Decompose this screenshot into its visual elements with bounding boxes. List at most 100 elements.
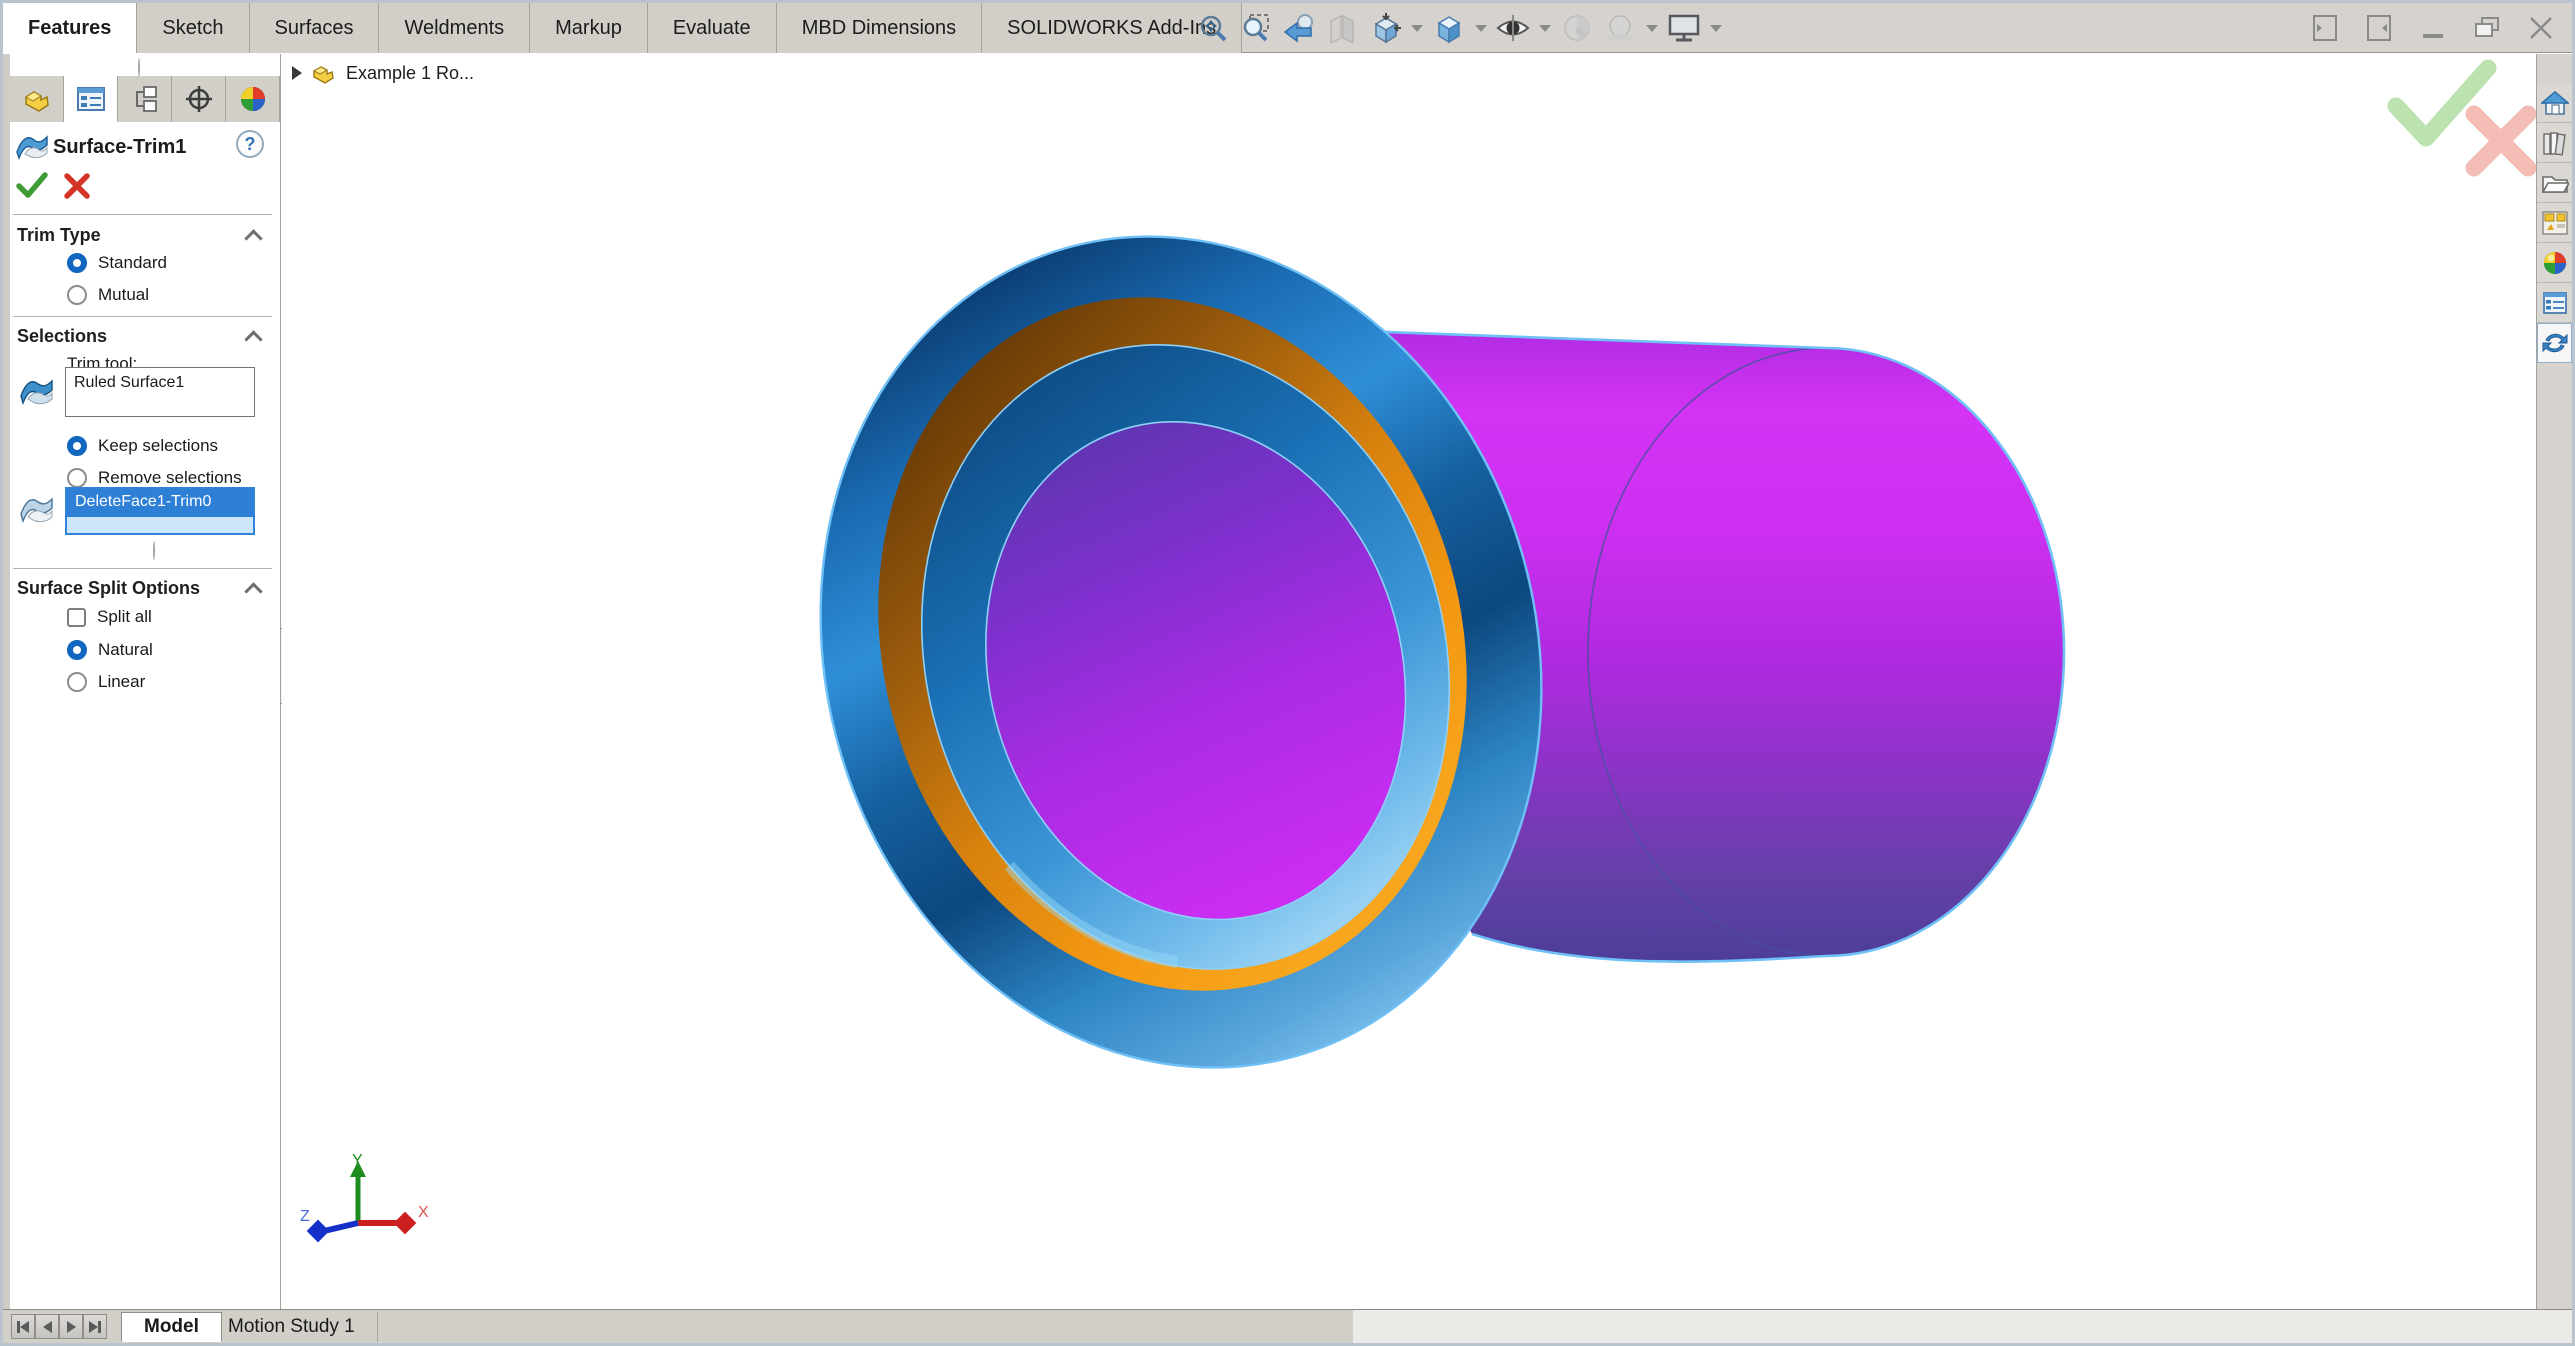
view-orientation-dropdown-icon[interactable] — [1411, 24, 1423, 32]
tab-features[interactable]: Features — [3, 3, 138, 53]
zoom-to-area-icon[interactable] — [1238, 9, 1274, 47]
radio-standard-control[interactable] — [67, 253, 87, 273]
triad-z-label: Z — [300, 1208, 310, 1225]
tab-property-manager[interactable] — [64, 76, 118, 122]
view-orientation-icon[interactable] — [1367, 9, 1403, 47]
surface-trim-feature-icon — [16, 135, 48, 160]
sync-resources-icon[interactable] — [2537, 323, 2572, 363]
checkbox-split-all[interactable]: Split all — [67, 604, 152, 630]
minimize-button[interactable] — [2416, 11, 2450, 45]
zoom-to-fit-icon[interactable] — [1195, 9, 1231, 47]
confirm-cancel-icon[interactable] — [2465, 105, 2536, 177]
previous-frame-button[interactable] — [35, 1314, 59, 1339]
divider — [13, 568, 272, 569]
tab-surfaces[interactable]: Surfaces — [249, 3, 380, 53]
radio-linear[interactable]: Linear — [67, 669, 145, 695]
tab-evaluate[interactable]: Evaluate — [647, 3, 777, 53]
radio-linear-control[interactable] — [67, 672, 87, 692]
radio-keep-selections[interactable]: Keep selections — [67, 433, 218, 459]
divider — [13, 316, 272, 317]
graphics-viewport[interactable]: Example 1 Ro... Y X Z — [282, 54, 2536, 1309]
tab-weldments[interactable]: Weldments — [379, 3, 531, 53]
tab-motion-study-1[interactable]: Motion Study 1 — [206, 1312, 378, 1342]
selections-group-header[interactable]: Selections — [17, 326, 107, 347]
section-view-icon[interactable] — [1324, 9, 1360, 47]
collapse-left-panel-icon[interactable] — [2308, 11, 2342, 45]
radio-standard-label: Standard — [98, 253, 167, 272]
split-all-checkbox-control[interactable] — [67, 607, 86, 627]
radio-remove-label: Remove selections — [98, 468, 242, 487]
trim-tool-surface-icon — [20, 379, 53, 406]
next-frame-button[interactable] — [59, 1314, 83, 1339]
tab-display-manager[interactable] — [226, 76, 280, 122]
pieces-selection-box[interactable]: DeleteFace1-Trim0 — [65, 487, 255, 535]
hide-show-dropdown-icon[interactable] — [1539, 24, 1551, 32]
radio-natural[interactable]: Natural — [67, 637, 153, 663]
radio-mutual-control[interactable] — [67, 285, 87, 305]
tree-expand-icon[interactable] — [292, 66, 302, 80]
selected-piece-item[interactable]: DeleteFace1-Trim0 — [67, 489, 253, 517]
radio-mutual-label: Mutual — [98, 285, 150, 304]
surface-split-group-header[interactable]: Surface Split Options — [17, 578, 200, 599]
radio-natural-control[interactable] — [67, 640, 87, 660]
view-settings-icon[interactable] — [1666, 9, 1702, 47]
radio-mutual[interactable]: Mutual — [67, 282, 149, 308]
appearances-scenes-icon[interactable] — [2537, 243, 2572, 283]
tab-dimxpert-manager[interactable] — [172, 76, 226, 122]
tab-markup[interactable]: Markup — [530, 3, 648, 53]
ribbon-tabs: Features Sketch Surfaces Weldments Marku… — [3, 3, 1243, 53]
home-icon[interactable] — [2537, 83, 2572, 123]
part-icon — [312, 66, 334, 84]
tree-node-label[interactable]: Example 1 Ro... — [346, 63, 474, 84]
tab-sketch[interactable]: Sketch — [137, 3, 250, 53]
display-style-icon[interactable] — [1431, 9, 1467, 47]
triad-y-label: Y — [352, 1152, 363, 1169]
view-settings-dropdown-icon[interactable] — [1710, 24, 1722, 32]
solidworks-window: Features Sketch Surfaces Weldments Marku… — [0, 0, 2575, 1346]
go-to-end-button[interactable] — [83, 1314, 107, 1339]
flyout-feature-tree: Example 1 Ro... — [292, 58, 474, 88]
panel-left-strip — [3, 54, 10, 1309]
trim-tool-value[interactable]: Ruled Surface1 — [66, 368, 254, 398]
tab-configuration-manager[interactable] — [118, 76, 172, 122]
custom-properties-icon[interactable] — [2537, 283, 2572, 323]
help-button[interactable]: ? — [236, 130, 264, 158]
window-controls — [2308, 11, 2558, 45]
go-to-start-button[interactable] — [11, 1314, 35, 1339]
restore-button[interactable] — [2470, 11, 2504, 45]
confirm-ok-icon[interactable] — [2387, 59, 2497, 147]
file-explorer-icon[interactable] — [2537, 163, 2572, 203]
view-palette-icon[interactable] — [2537, 203, 2572, 243]
collapse-right-panel-icon[interactable] — [2362, 11, 2396, 45]
apply-scene-dropdown-icon[interactable] — [1646, 24, 1658, 32]
radio-keep-control[interactable] — [67, 436, 87, 456]
radio-remove-control[interactable] — [67, 468, 87, 488]
radio-keep-label: Keep selections — [98, 436, 219, 455]
property-manager-panel: Surface-Trim1 ? Trim Type Standard Mutua… — [3, 54, 281, 1309]
edit-appearance-icon[interactable] — [1559, 9, 1595, 47]
previous-view-icon[interactable] — [1281, 9, 1317, 47]
selection-box-grip[interactable] — [153, 541, 155, 560]
model-canvas[interactable] — [282, 54, 2536, 1309]
tab-feature-manager[interactable] — [10, 76, 64, 122]
headsup-view-toolbar — [1195, 3, 1723, 53]
manager-tab-bar — [10, 76, 280, 122]
split-all-label: Split all — [97, 607, 152, 626]
hide-show-items-icon[interactable] — [1495, 9, 1531, 47]
display-style-dropdown-icon[interactable] — [1475, 24, 1487, 32]
apply-scene-icon[interactable] — [1602, 9, 1638, 47]
trim-tool-selection-box[interactable]: Ruled Surface1 — [65, 367, 255, 417]
cancel-button[interactable] — [63, 172, 91, 200]
collapse-chevron-icon — [244, 330, 263, 349]
reference-triad: Y X Z — [300, 1152, 429, 1243]
panel-top-grip[interactable] — [138, 58, 140, 77]
radio-standard[interactable]: Standard — [67, 250, 167, 276]
tab-mbd-dimensions[interactable]: MBD Dimensions — [776, 3, 983, 53]
ok-button[interactable] — [15, 170, 49, 200]
motion-nav-buttons — [11, 1314, 107, 1339]
radio-linear-label: Linear — [98, 672, 146, 691]
command-manager-ribbon: Features Sketch Surfaces Weldments Marku… — [3, 3, 2572, 53]
design-library-icon[interactable] — [2537, 123, 2572, 163]
trim-type-group-header[interactable]: Trim Type — [17, 225, 101, 246]
close-button[interactable] — [2524, 11, 2558, 45]
